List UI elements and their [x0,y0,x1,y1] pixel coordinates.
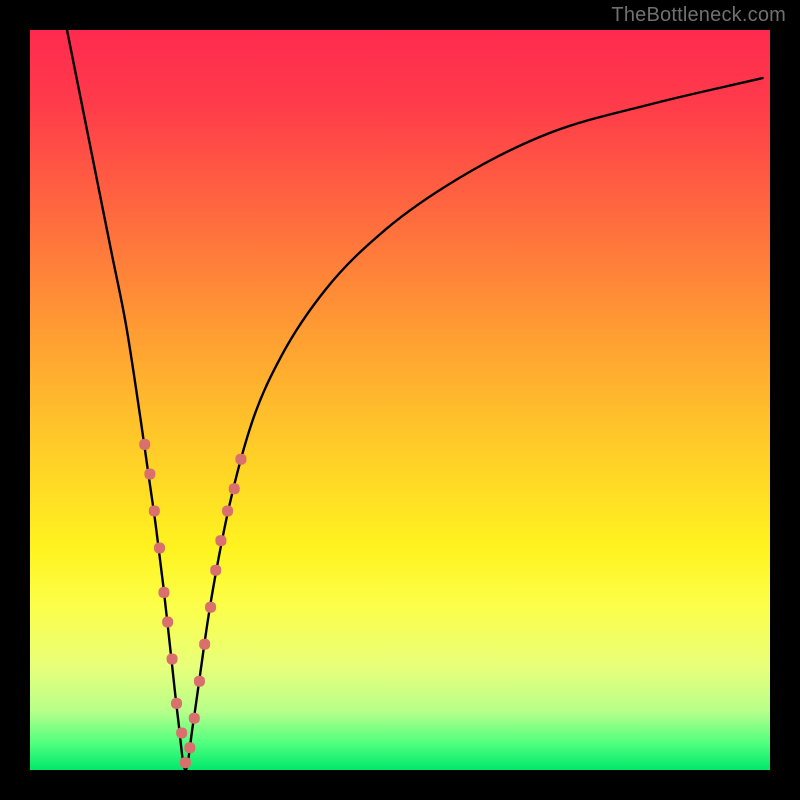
plot-area [30,30,770,770]
marker-point [139,439,150,450]
chart-frame: TheBottleneck.com [0,0,800,800]
marker-point [222,506,233,517]
marker-point [235,454,246,465]
marker-point [176,728,187,739]
marker-point [189,713,200,724]
marker-point [154,543,165,554]
marker-point [229,483,240,494]
marker-point [184,742,195,753]
marker-point [199,639,210,650]
marker-point [162,617,173,628]
marker-point [210,565,221,576]
marker-point [180,757,191,768]
curve-layer [30,30,770,770]
watermark-text: TheBottleneck.com [611,4,786,27]
marker-point [167,654,178,665]
marker-point [215,535,226,546]
highlight-markers [139,439,246,768]
marker-point [149,506,160,517]
marker-point [205,602,216,613]
marker-point [194,676,205,687]
marker-point [171,698,182,709]
marker-point [158,587,169,598]
marker-point [144,469,155,480]
